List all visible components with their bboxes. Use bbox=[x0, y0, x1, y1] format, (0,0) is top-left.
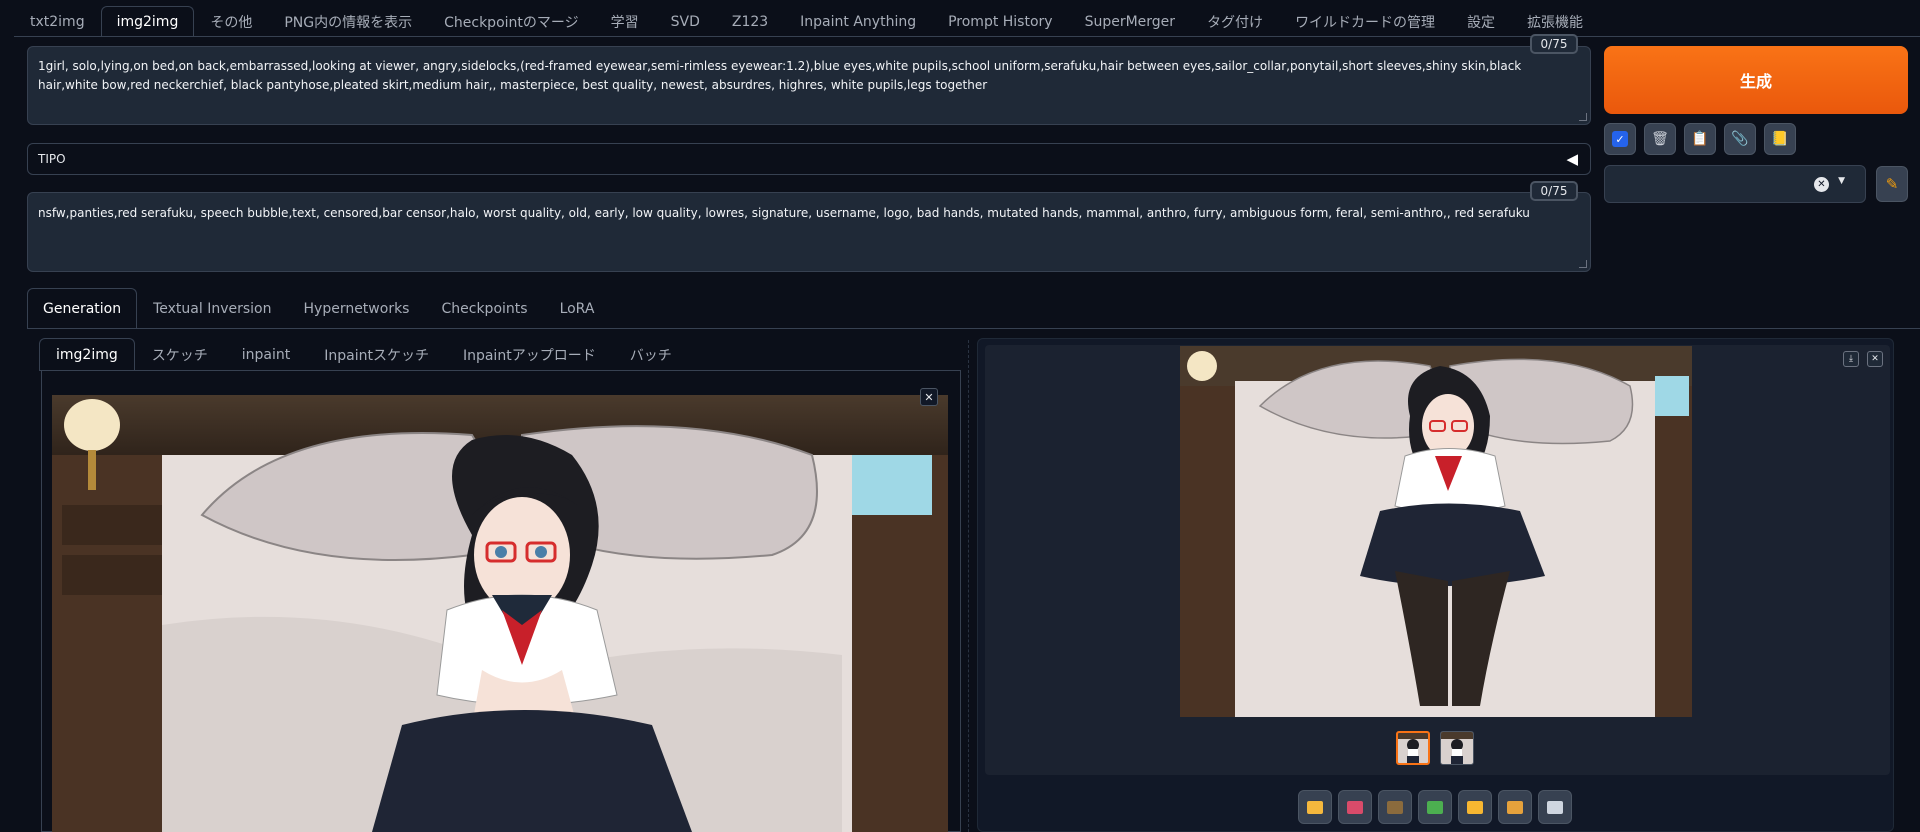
source-image-art bbox=[52, 395, 948, 832]
generation-tabs-divider bbox=[27, 328, 1920, 329]
clipboard-icon: 📋 bbox=[1691, 131, 1709, 147]
thumbnail-art bbox=[1398, 733, 1428, 763]
subtab-5[interactable]: バッチ bbox=[613, 338, 689, 370]
tab-11[interactable]: タグ付け bbox=[1191, 6, 1279, 36]
generate-button[interactable]: 生成 bbox=[1604, 46, 1908, 114]
chevron-down-icon[interactable]: ▼ bbox=[1838, 176, 1845, 186]
result-image-art bbox=[1180, 346, 1692, 717]
generation-tabs: Generation Textual Inversion Hypernetworks… bbox=[27, 288, 610, 328]
paste-prompt-button[interactable]: 📋 bbox=[1684, 123, 1716, 155]
subtab-inpaint[interactable]: Inpaintスケッチ bbox=[307, 338, 446, 370]
tab-txt2img[interactable]: txt2img bbox=[14, 6, 101, 36]
edit-style-button[interactable]: ✎ bbox=[1876, 166, 1908, 202]
negative-prompt-token-counter: 0/75 bbox=[1530, 181, 1578, 201]
save-button[interactable] bbox=[1338, 790, 1372, 824]
thumbnail-art bbox=[1441, 732, 1473, 764]
tab-2[interactable]: その他 bbox=[194, 6, 268, 36]
gallery-thumbnail-2[interactable] bbox=[1440, 731, 1474, 765]
tab-supermerger[interactable]: SuperMerger bbox=[1069, 6, 1191, 36]
zip-icon bbox=[1387, 800, 1403, 814]
tab-13[interactable]: 設定 bbox=[1451, 6, 1511, 36]
clear-icon[interactable]: ✕ bbox=[1814, 177, 1829, 192]
styles-dropdown[interactable]: ✕ ▼ bbox=[1604, 165, 1866, 203]
prompt-textarea[interactable]: 1girl, solo,lying,on bed,on back,embarra… bbox=[27, 46, 1591, 125]
pencil-icon: ✎ bbox=[1885, 175, 1899, 193]
subtab-1[interactable]: スケッチ bbox=[135, 338, 225, 370]
send-to-extras-icon bbox=[1507, 800, 1523, 814]
apply-style-button[interactable]: 📎 bbox=[1724, 123, 1756, 155]
gallery-thumbnail-1[interactable] bbox=[1396, 731, 1430, 765]
negative-prompt-text: nsfw,panties,red serafuku, speech bubble… bbox=[38, 206, 1530, 220]
note-icon: 📒 bbox=[1771, 131, 1789, 147]
checkbox-button[interactable]: ✓ bbox=[1604, 123, 1636, 155]
tab-hypernetworks[interactable]: Hypernetworks bbox=[288, 288, 426, 328]
close-gallery-button[interactable]: ✕ bbox=[1867, 351, 1883, 367]
tab-lora[interactable]: LoRA bbox=[544, 288, 611, 328]
tab-inpaint-anything[interactable]: Inpaint Anything bbox=[784, 6, 932, 36]
open-folder-icon bbox=[1307, 800, 1323, 814]
top-tabs-divider bbox=[14, 36, 1920, 37]
tab-14[interactable]: 拡張機能 bbox=[1511, 6, 1599, 36]
negative-prompt-textarea[interactable]: nsfw,panties,red serafuku, speech bubble… bbox=[27, 192, 1591, 272]
subtab-inpaint[interactable]: Inpaintアップロード bbox=[446, 338, 613, 370]
collapse-arrow-icon[interactable]: ◀ bbox=[1566, 150, 1578, 168]
tab-checkpoints[interactable]: Checkpoints bbox=[425, 288, 543, 328]
close-source-image-button[interactable]: ✕ bbox=[920, 388, 938, 406]
trash-icon: 🗑 bbox=[1651, 131, 1669, 147]
tab-12[interactable]: ワイルドカードの管理 bbox=[1279, 6, 1451, 36]
tab-5[interactable]: 学習 bbox=[595, 6, 655, 36]
img2img-mode-tabs: img2img スケッチ inpaint Inpaintスケッチ Inpaintアップロ… bbox=[39, 338, 689, 370]
top-tabs: txt2img img2img その他 PNG内の情報を表示 Checkpointのマー… bbox=[14, 6, 1599, 36]
resize-grip[interactable] bbox=[1579, 113, 1587, 121]
send-to-inpaint-button[interactable] bbox=[1458, 790, 1492, 824]
prompt-text: 1girl, solo,lying,on bed,on back,embarra… bbox=[38, 59, 1522, 92]
column-divider bbox=[968, 340, 969, 832]
tipo-label: TIPO bbox=[38, 152, 66, 166]
clear-prompt-button[interactable]: 🗑 bbox=[1644, 123, 1676, 155]
send-to-img2img-icon bbox=[1427, 800, 1443, 814]
tab-generation[interactable]: Generation bbox=[27, 288, 138, 328]
result-image[interactable] bbox=[1180, 346, 1692, 717]
open-folder-button[interactable] bbox=[1298, 790, 1332, 824]
resize-grip[interactable] bbox=[1579, 260, 1587, 268]
send-to-inpaint-icon bbox=[1467, 800, 1483, 814]
send-to-extras-button[interactable] bbox=[1498, 790, 1532, 824]
zip-button[interactable] bbox=[1378, 790, 1412, 824]
clapper-button[interactable] bbox=[1538, 790, 1572, 824]
extra-networks-button[interactable]: 📒 bbox=[1764, 123, 1796, 155]
tab-prompt-history[interactable]: Prompt History bbox=[932, 6, 1068, 36]
tab-textual-inversion[interactable]: Textual Inversion bbox=[137, 288, 287, 328]
clapper-icon bbox=[1547, 800, 1563, 814]
paperclip-icon: 📎 bbox=[1731, 131, 1749, 147]
tab-z123[interactable]: Z123 bbox=[716, 6, 784, 36]
send-to-img2img-button[interactable] bbox=[1418, 790, 1452, 824]
download-button[interactable]: ⤓ bbox=[1843, 351, 1859, 367]
tab-img2img[interactable]: img2img bbox=[100, 6, 195, 36]
source-image[interactable] bbox=[52, 395, 948, 832]
tab-checkpoint[interactable]: Checkpointのマージ bbox=[428, 6, 595, 36]
subtab-inpaint[interactable]: inpaint bbox=[225, 338, 307, 370]
tipo-accordion[interactable]: TIPO ◀ bbox=[27, 143, 1591, 175]
tab-svd[interactable]: SVD bbox=[655, 6, 716, 36]
subtab-img2img[interactable]: img2img bbox=[39, 338, 135, 370]
prompt-token-counter: 0/75 bbox=[1530, 34, 1578, 54]
tab-png[interactable]: PNG内の情報を表示 bbox=[268, 6, 428, 36]
save-icon bbox=[1347, 800, 1363, 814]
checkbox-icon: ✓ bbox=[1612, 131, 1628, 147]
